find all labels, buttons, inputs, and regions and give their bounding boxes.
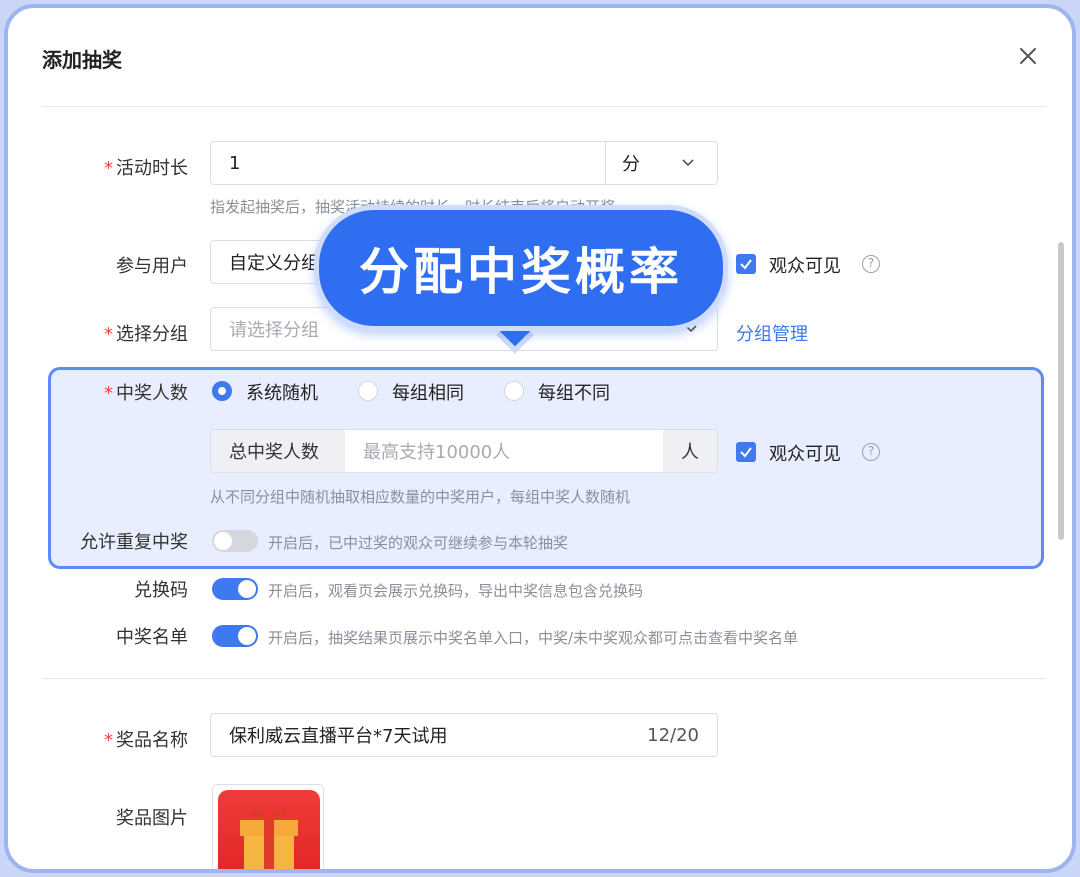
winners-visible-label: 观众可见 <box>769 444 841 465</box>
redeem-code-toggle[interactable] <box>212 578 258 600</box>
group-label-text: 选择分组 <box>116 324 188 345</box>
winners-visible-checkbox[interactable] <box>736 442 756 462</box>
group-manage-link[interactable]: 分组管理 <box>736 320 808 346</box>
callout-bubble: 分配中奖概率 <box>314 205 728 331</box>
radio-system-random[interactable] <box>212 381 232 401</box>
required-mark: * <box>104 158 113 179</box>
duration-label-text: 活动时长 <box>116 158 188 179</box>
check-icon <box>740 447 752 458</box>
prize-name-label-text: 奖品名称 <box>116 730 188 751</box>
prize-name-char-count: 12/20 <box>647 724 699 746</box>
total-winners-field: 总中奖人数 最高支持10000人 人 <box>210 429 718 473</box>
winners-label: * 中奖人数 <box>8 379 188 405</box>
toggle-knob <box>238 580 256 598</box>
required-mark: * <box>104 324 113 345</box>
prize-name-input[interactable]: 保利威云直播平台*7天试用 <box>211 722 647 748</box>
close-icon[interactable] <box>1016 44 1040 68</box>
duration-input[interactable]: 1 <box>211 153 605 174</box>
toggle-knob <box>214 532 232 550</box>
add-lottery-dialog: 添加抽奖 *活动时长 1 分 指发起抽奖后，抽奖活动持续的时长，时长结束后将自动… <box>8 8 1072 869</box>
winners-hint: 从不同分组中随机抽取相应数量的中奖用户，每组中奖人数随机 <box>210 488 631 506</box>
radio-same-per-group-label: 每组相同 <box>392 383 464 404</box>
duration-unit-value: 分 <box>622 154 640 175</box>
winner-list-hint: 开启后，抽奖结果页展示中奖名单入口，中奖/未中奖观众都可点击查看中奖名单 <box>268 629 799 647</box>
allow-repeat-label: 允许重复中奖 <box>80 532 188 553</box>
prize-name-field[interactable]: 保利威云直播平台*7天试用 12/20 <box>210 713 718 757</box>
allow-repeat-hint: 开启后，已中过奖的观众可继续参与本轮抽奖 <box>268 534 569 552</box>
scrollbar[interactable] <box>1058 242 1064 540</box>
section-divider <box>42 678 1046 679</box>
redeem-code-label: 兑换码 <box>134 580 188 601</box>
help-icon[interactable]: ? <box>862 443 880 461</box>
chevron-down-icon <box>682 159 694 167</box>
winner-list-toggle[interactable] <box>212 625 258 647</box>
prize-name-label: * 奖品名称 <box>8 726 188 752</box>
toggle-knob <box>238 627 256 645</box>
duration-label: * 活动时长 <box>8 154 188 180</box>
winner-list-label: 中奖名单 <box>116 627 188 648</box>
duration-unit-select[interactable]: 分 <box>605 142 717 184</box>
participants-label: 参与用户 <box>116 256 188 277</box>
prize-image-label: 奖品图片 <box>116 808 188 829</box>
participants-visible-label: 观众可见 <box>769 256 841 277</box>
radio-different-per-group-label: 每组不同 <box>538 383 610 404</box>
callout-text: 分配中奖概率 <box>359 243 683 301</box>
radio-system-random-label: 系统随机 <box>246 383 318 404</box>
check-icon <box>740 259 752 270</box>
participants-visible-checkbox[interactable] <box>736 254 756 274</box>
gift-icon <box>240 809 298 869</box>
total-winners-suffix: 人 <box>663 430 717 472</box>
required-mark: * <box>104 730 113 751</box>
winners-label-text: 中奖人数 <box>116 383 188 404</box>
header-divider <box>42 106 1046 107</box>
allow-repeat-toggle[interactable] <box>212 530 258 552</box>
duration-field: 1 分 <box>210 141 718 185</box>
help-icon[interactable]: ? <box>862 255 880 273</box>
required-mark: * <box>104 383 113 404</box>
redeem-code-hint: 开启后，观看页会展示兑换码，导出中奖信息包含兑换码 <box>268 582 644 600</box>
prize-image-upload[interactable] <box>212 784 324 869</box>
total-winners-prefix: 总中奖人数 <box>211 430 345 472</box>
total-winners-input[interactable]: 最高支持10000人 <box>345 438 663 464</box>
screenshot-frame: 添加抽奖 *活动时长 1 分 指发起抽奖后，抽奖活动持续的时长，时长结束后将自动… <box>4 4 1076 873</box>
radio-same-per-group[interactable] <box>358 381 378 401</box>
radio-different-per-group[interactable] <box>504 381 524 401</box>
dialog-title: 添加抽奖 <box>42 48 122 72</box>
gift-image <box>218 790 320 869</box>
group-label: * 选择分组 <box>8 320 188 346</box>
